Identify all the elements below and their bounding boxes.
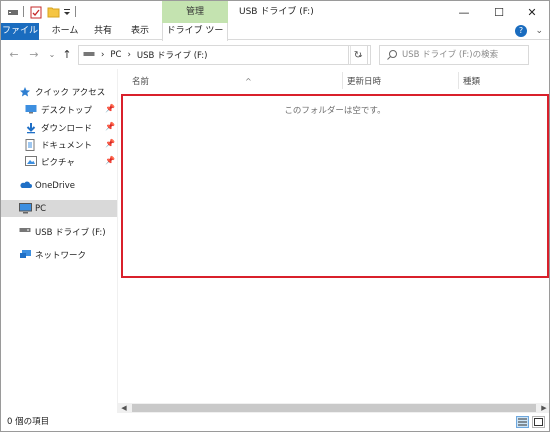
scrollbar-thumb[interactable] (132, 404, 536, 412)
column-divider[interactable] (342, 72, 343, 89)
tab-drive-tools[interactable]: ドライブ ツール (162, 23, 228, 53)
network-icon (19, 249, 31, 261)
search-icon (386, 49, 398, 61)
horizontal-scrollbar[interactable]: ◀ ▶ (118, 403, 549, 413)
nav-desktop[interactable]: デスクトップ (25, 101, 117, 118)
nav-network[interactable]: ネットワーク (19, 246, 117, 263)
window-title: USB ドライブ (F:) (239, 7, 314, 17)
nav-desktop-label: デスクトップ (41, 105, 93, 116)
nav-pc[interactable]: PC (1, 200, 117, 217)
tab-share[interactable]: 共有 (87, 23, 119, 40)
quick-access-separator (23, 6, 24, 17)
scroll-right-arrow[interactable]: ▶ (538, 403, 549, 413)
column-divider[interactable] (458, 72, 459, 89)
file-list-area[interactable]: 名前 ^ 更新日時 種類 このフォルダーは空です。 ◀ ▶ (117, 69, 549, 413)
scroll-left-arrow[interactable]: ◀ (118, 403, 130, 413)
large-icons-view-icon (534, 418, 543, 426)
quick-access-separator-2 (75, 6, 76, 17)
status-bar: 0 個の項目 (1, 413, 549, 431)
column-header-date-modified[interactable]: 更新日時 (347, 74, 457, 90)
pin-icon[interactable]: 📌 (105, 104, 115, 113)
nav-usb-drive[interactable]: USB ドライブ (F:) (19, 223, 117, 240)
close-button[interactable]: ✕ (515, 1, 549, 23)
nav-documents[interactable]: ドキュメント (25, 136, 117, 153)
item-count: 0 個の項目 (7, 417, 50, 427)
drive-icon (83, 50, 95, 61)
document-icon (25, 138, 37, 151)
address-bar[interactable]: › PC › USB ドライブ (F:) ⌄ (78, 45, 371, 65)
search-placeholder: USB ドライブ (F:)の検索 (402, 50, 499, 60)
nav-onedrive-label: OneDrive (35, 180, 75, 191)
ribbon-expand-icon[interactable]: ⌄ (535, 26, 543, 36)
column-name-label: 名前 (132, 77, 150, 87)
breadcrumb-usb-drive[interactable]: USB ドライブ (F:) (137, 49, 208, 61)
nav-pictures[interactable]: ピクチャ (25, 153, 117, 170)
help-icon[interactable]: ? (515, 25, 527, 37)
pictures-icon (25, 155, 37, 168)
details-view-icon (518, 418, 527, 426)
breadcrumb-pc[interactable]: PC (110, 50, 121, 60)
file-explorer-window: 管理 USB ドライブ (F:) — ☐ ✕ ファイル ホーム 共有 表示 ドラ… (0, 0, 550, 432)
navigation-pane: クイック アクセス デスクトップ 📌 ダウンロード 📌 ドキュメント 📌 ピクチ… (1, 69, 117, 413)
ribbon-tab-bar: ファイル ホーム 共有 表示 ドライブ ツール ⌄ ? (1, 23, 549, 53)
recent-locations-button[interactable]: ⌄ (45, 48, 59, 62)
download-icon (25, 122, 37, 134)
pc-icon (19, 202, 32, 215)
column-header-type[interactable]: 種類 (463, 74, 543, 90)
properties-icon[interactable] (30, 5, 42, 19)
sort-ascending-icon: ^ (245, 77, 252, 86)
tab-home[interactable]: ホーム (45, 23, 85, 40)
empty-folder-message: このフォルダーは空です。 (284, 106, 386, 116)
navigation-bar: ← → ⌄ ↑ › PC › USB ドライブ (F:) ⌄ ↻ USB ドライ… (1, 41, 549, 69)
up-button[interactable]: ↑ (60, 48, 74, 62)
star-icon (19, 86, 31, 98)
usb-drive-icon (19, 226, 31, 238)
nav-usb-drive-label: USB ドライブ (F:) (35, 227, 106, 238)
minimize-button[interactable]: — (447, 1, 481, 23)
breadcrumb-separator[interactable]: › (127, 50, 130, 60)
nav-downloads-label: ダウンロード (41, 123, 93, 134)
nav-quick-access-label: クイック アクセス (35, 87, 106, 98)
pin-icon[interactable]: 📌 (105, 139, 115, 148)
maximize-button[interactable]: ☐ (482, 1, 516, 23)
refresh-button[interactable]: ↻ (348, 45, 368, 65)
tab-file[interactable]: ファイル (1, 23, 39, 40)
back-button[interactable]: ← (7, 48, 21, 62)
desktop-icon (25, 104, 37, 116)
search-box[interactable]: USB ドライブ (F:)の検索 (379, 45, 529, 65)
nav-pictures-label: ピクチャ (41, 157, 75, 168)
system-menu-icon[interactable] (7, 5, 19, 19)
pin-icon[interactable]: 📌 (105, 156, 115, 165)
column-header-name[interactable]: 名前 ^ (132, 74, 342, 90)
onedrive-cloud-icon (19, 180, 32, 192)
pin-icon[interactable]: 📌 (105, 122, 115, 131)
contextual-tab-manage[interactable]: 管理 (162, 1, 228, 23)
nav-documents-label: ドキュメント (41, 140, 93, 151)
tab-view[interactable]: 表示 (122, 23, 158, 40)
details-view-button[interactable] (516, 416, 529, 428)
customize-quick-access-icon[interactable] (63, 5, 71, 19)
new-folder-icon[interactable] (47, 5, 60, 19)
title-bar: 管理 USB ドライブ (F:) — ☐ ✕ (1, 1, 549, 23)
nav-pc-label: PC (35, 203, 47, 214)
breadcrumb-separator[interactable]: › (101, 50, 104, 60)
nav-network-label: ネットワーク (35, 250, 87, 261)
large-icons-view-button[interactable] (532, 416, 545, 428)
nav-onedrive[interactable]: OneDrive (19, 177, 117, 194)
forward-button[interactable]: → (27, 48, 41, 62)
empty-folder-highlight: このフォルダーは空です。 (121, 94, 549, 278)
nav-downloads[interactable]: ダウンロード (25, 119, 117, 136)
